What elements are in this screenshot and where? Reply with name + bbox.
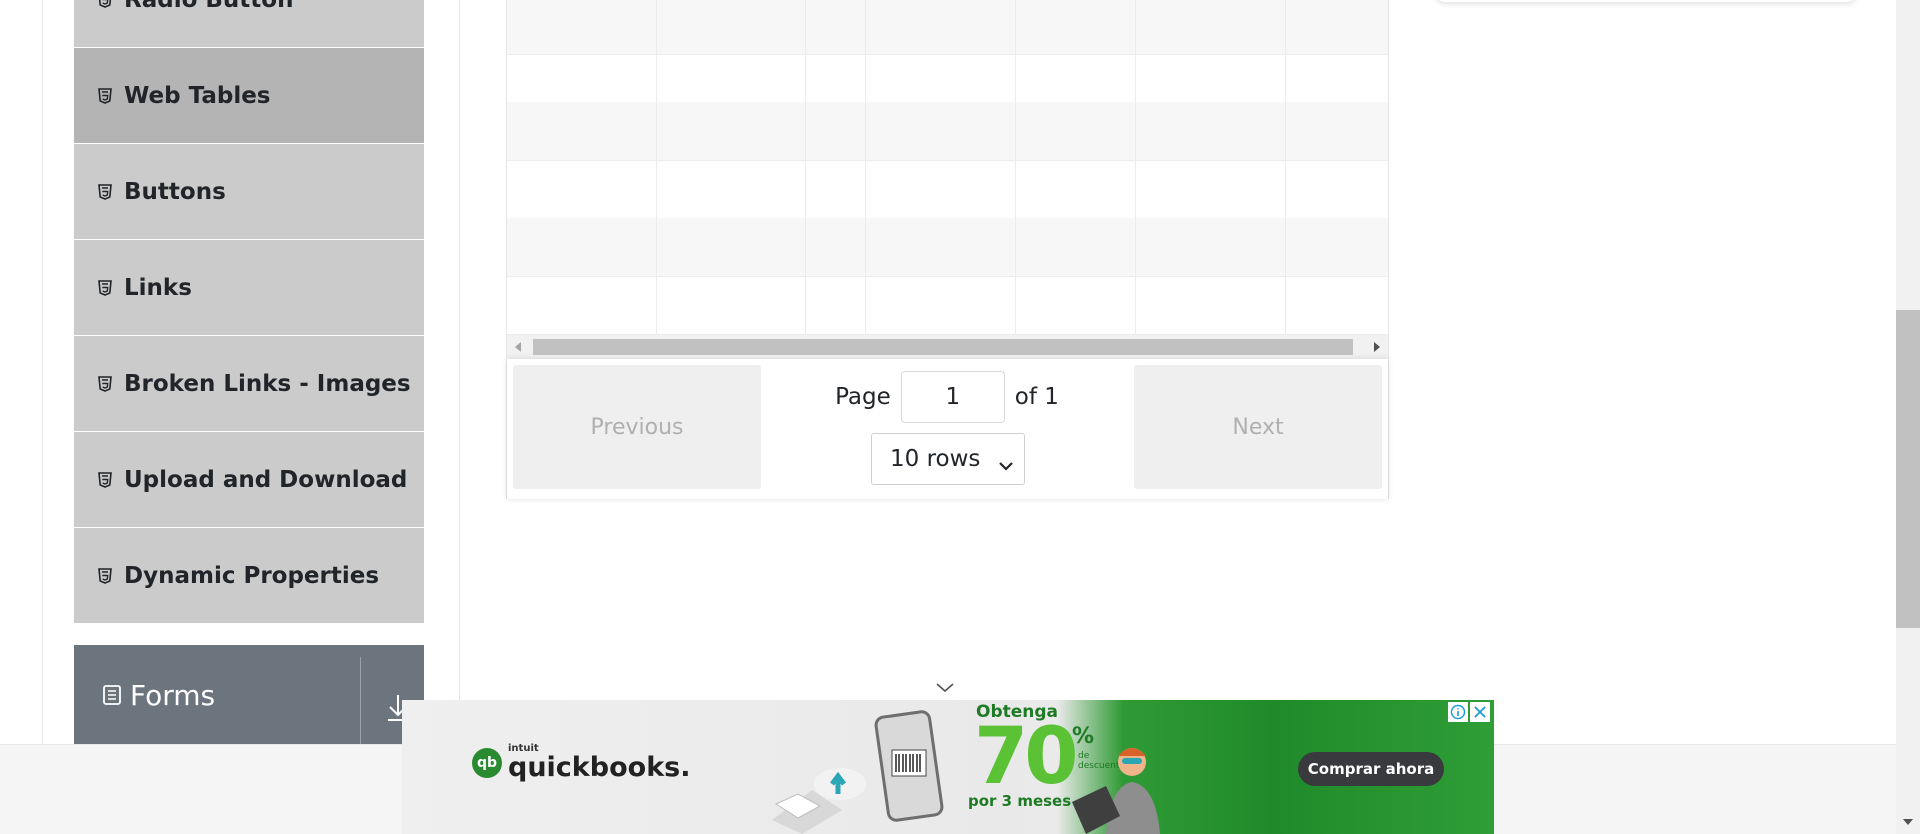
group-divider [360, 657, 361, 747]
buy-now-button[interactable]: Comprar ahora [1298, 752, 1444, 786]
horizontal-scrollbar[interactable] [507, 335, 1388, 359]
ad-collapse-chevron-icon[interactable] [935, 680, 955, 694]
quickbooks-logo: qb intuit quickbooks. [472, 744, 690, 781]
sidebar-item-web-tables[interactable]: Web Tables [74, 48, 424, 144]
column-divider [656, 0, 657, 339]
vertical-scrollbar[interactable] [1896, 0, 1920, 834]
html5-icon [96, 375, 114, 393]
brand-name: quickbooks. [508, 752, 691, 783]
qb-logo-mark: qb [472, 747, 502, 778]
sidebar-item-radio-button[interactable]: Radio Button [74, 0, 424, 48]
sidebar-item-label: Buttons [124, 178, 226, 205]
web-table: Previous Page of 1 10 rows Next [506, 0, 1389, 499]
table-row [507, 44, 1388, 103]
page-label: Page [835, 384, 891, 410]
scroll-left-icon[interactable] [515, 342, 521, 352]
column-divider [1015, 0, 1016, 339]
ad-illustration [772, 710, 944, 834]
page-total: of 1 [1014, 384, 1059, 410]
promo-number: 70 [974, 712, 1079, 802]
scroll-down-icon[interactable] [1903, 819, 1913, 825]
document-icon [102, 684, 122, 706]
sidebar-item-label: Radio Button [124, 0, 293, 13]
page-number-input[interactable] [900, 371, 1005, 423]
table-row [507, 102, 1388, 161]
column-divider [865, 0, 866, 339]
sidebar-menu: Radio Button Web Tables Buttons Links Br… [74, 0, 424, 624]
group-header-forms[interactable]: Forms [74, 645, 424, 747]
advertisement-banner[interactable]: qb intuit quickbooks. Obtenga 70 % de de… [402, 700, 1494, 834]
group-label: Forms [130, 678, 216, 712]
column-divider [1135, 0, 1136, 339]
html5-icon [96, 279, 114, 297]
promo-duration: por 3 meses [968, 792, 1072, 810]
rows-per-page-value: 10 rows [890, 446, 981, 472]
sidebar-item-label: Dynamic Properties [124, 562, 380, 589]
sidebar-item-label: Upload and Download [124, 466, 408, 493]
table-row [507, 160, 1388, 219]
next-button[interactable]: Next [1134, 365, 1382, 489]
sidebar-item-upload-and-download[interactable]: Upload and Download [74, 432, 424, 528]
html5-icon [96, 567, 114, 585]
ad-close-icon[interactable] [1470, 702, 1490, 722]
page-jump: Page of 1 [777, 371, 1117, 423]
column-divider [805, 0, 806, 339]
sidebar-item-buttons[interactable]: Buttons [74, 144, 424, 240]
person-with-laptop-illustration [1072, 748, 1160, 834]
ad-info-icon[interactable] [1448, 702, 1468, 722]
column-divider [1285, 0, 1286, 339]
previous-button[interactable]: Previous [513, 365, 761, 489]
pagination-center: Page of 1 10 rows [777, 359, 1117, 499]
pagination-bar: Previous Page of 1 10 rows Next [507, 359, 1388, 499]
chevron-down-icon [998, 452, 1014, 471]
sidebar-item-links[interactable]: Links [74, 240, 424, 336]
html5-icon [96, 471, 114, 489]
html5-icon [96, 183, 114, 201]
scrollbar-thumb[interactable] [533, 339, 1353, 355]
html5-icon [96, 87, 114, 105]
scroll-right-icon[interactable] [1374, 342, 1380, 352]
table-row [507, 218, 1388, 277]
scrollbar-thumb[interactable] [1896, 310, 1920, 628]
right-card-edge [1435, 0, 1857, 2]
sidebar-item-label: Broken Links - Images [124, 370, 411, 397]
sidebar-item-broken-links-images[interactable]: Broken Links - Images [74, 336, 424, 432]
sidebar-item-label: Web Tables [124, 82, 271, 109]
rows-per-page-select[interactable]: 10 rows [871, 433, 1025, 485]
table-row [507, 276, 1388, 335]
html5-icon [96, 0, 114, 9]
sidebar-item-dynamic-properties[interactable]: Dynamic Properties [74, 528, 424, 624]
sidebar-item-label: Links [124, 274, 192, 301]
